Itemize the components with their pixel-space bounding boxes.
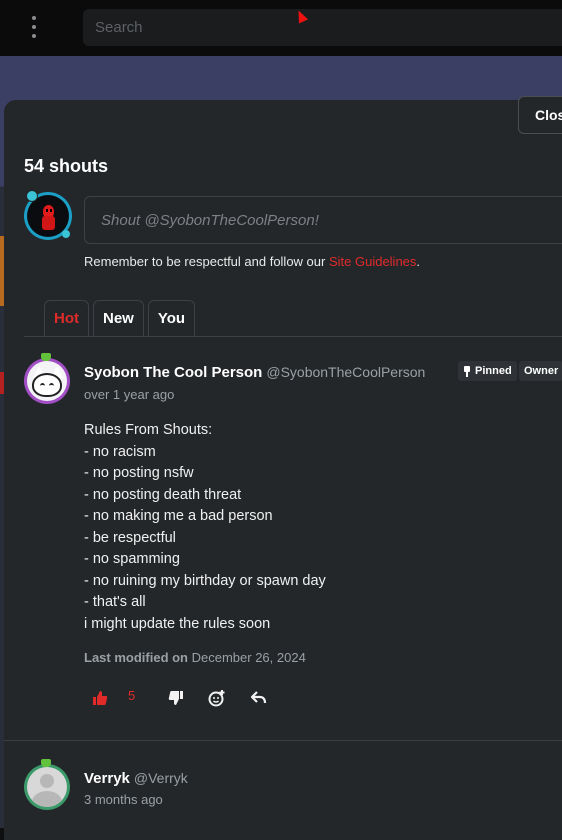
post-timestamp: over 1 year ago — [84, 387, 175, 402]
modified-label: Last modified on — [84, 650, 188, 665]
pinned-label: Pinned — [475, 365, 512, 377]
post-divider — [4, 740, 562, 741]
shouts-modal: Close 54 shouts Remember to be respectfu… — [4, 96, 562, 840]
search-input[interactable] — [83, 9, 562, 46]
kebab-menu-icon[interactable] — [26, 16, 42, 38]
tab-hot[interactable]: Hot — [44, 300, 89, 336]
author-name[interactable]: Verryk — [84, 770, 130, 787]
modified-date: December 26, 2024 — [191, 650, 306, 665]
shout-input[interactable] — [84, 196, 562, 244]
tab-new[interactable]: New — [93, 300, 144, 336]
status-badge — [62, 230, 70, 238]
reply-icon[interactable] — [250, 688, 268, 708]
post-author[interactable]: Verryk @Verryk — [84, 770, 188, 787]
reminder-suffix: . — [416, 254, 421, 269]
author-handle: @SyobonTheCoolPerson — [266, 364, 426, 380]
post-body: Rules From Shouts: - no racism - no post… — [84, 422, 326, 632]
status-badge — [26, 190, 38, 202]
author-handle: @Verryk — [133, 770, 188, 786]
close-button[interactable]: Close — [518, 96, 562, 134]
crown-badge-icon — [41, 759, 51, 767]
sort-tabs: Hot New You — [44, 300, 196, 336]
avatar[interactable] — [24, 764, 70, 810]
avatar[interactable] — [24, 358, 70, 404]
thumbs-up-icon[interactable] — [92, 688, 108, 708]
thumbs-down-icon[interactable] — [168, 688, 184, 708]
tab-divider — [24, 336, 562, 337]
add-reaction-icon[interactable] — [208, 688, 226, 708]
last-modified: Last modified on December 26, 2024 — [84, 650, 306, 665]
crown-badge-icon — [41, 353, 51, 361]
top-bar — [0, 0, 562, 56]
pinned-badge: Pinned — [458, 361, 517, 381]
author-name[interactable]: Syobon The Cool Person — [84, 364, 262, 381]
owner-badge: Owner — [519, 361, 562, 381]
tab-you[interactable]: You — [147, 300, 196, 336]
like-count: 5 — [128, 688, 136, 703]
site-guidelines-link[interactable]: Site Guidelines — [329, 254, 416, 269]
guidelines-reminder: Remember to be respectful and follow our… — [84, 254, 420, 269]
pin-icon — [463, 365, 471, 377]
post-timestamp: 3 months ago — [84, 792, 163, 807]
post-author[interactable]: Syobon The Cool Person @SyobonTheCoolPers… — [84, 364, 425, 381]
reminder-text: Remember to be respectful and follow our — [84, 254, 329, 269]
shout-count: 54 shouts — [24, 156, 109, 176]
